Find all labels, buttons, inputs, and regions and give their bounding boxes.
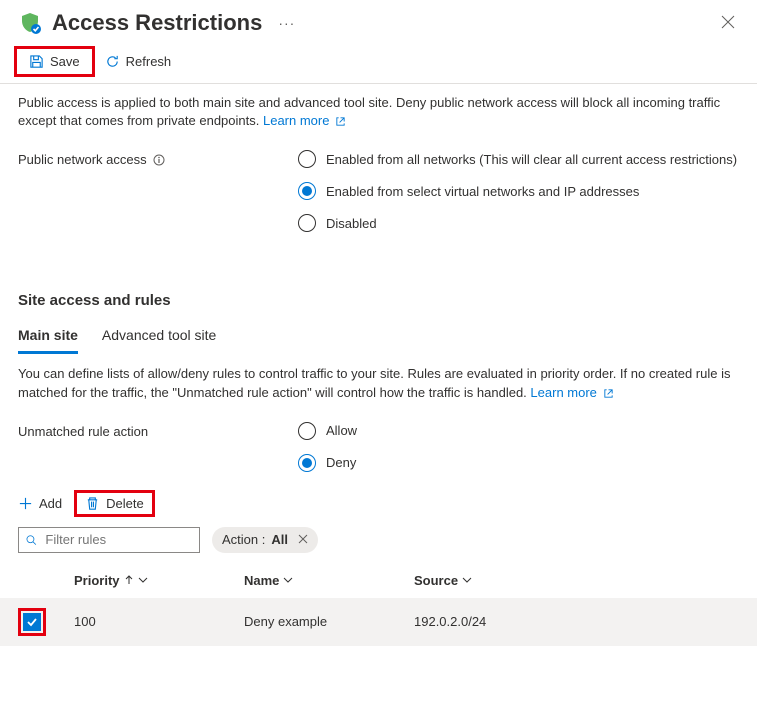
radio-icon: [298, 214, 316, 232]
save-label: Save: [50, 54, 80, 69]
search-icon: [25, 533, 37, 547]
chevron-down-icon: [138, 575, 148, 585]
filter-row: Action : All: [0, 527, 757, 563]
radio-icon: [298, 454, 316, 472]
plus-icon: [18, 496, 33, 511]
add-rule-button[interactable]: Add: [18, 496, 62, 511]
col-priority[interactable]: Priority: [74, 573, 244, 588]
radio-disabled[interactable]: Disabled: [298, 214, 737, 232]
public-access-label: Public network access: [18, 150, 298, 167]
unmatched-options: Allow Deny: [298, 422, 357, 472]
row-checkbox[interactable]: [23, 613, 41, 631]
radio-select-networks[interactable]: Enabled from select virtual networks and…: [298, 182, 737, 200]
site-rules-section: Site access and rules Main site Advanced…: [0, 242, 757, 355]
cell-priority: 100: [74, 614, 244, 629]
clear-action-filter[interactable]: [298, 532, 308, 547]
rules-learn-more-link[interactable]: Learn more: [530, 385, 613, 400]
external-link-icon: [335, 116, 346, 127]
external-link-icon: [603, 388, 614, 399]
sort-asc-icon: [124, 575, 134, 585]
cell-source: 192.0.2.0/24: [414, 614, 739, 629]
intro-text: Public access is applied to both main si…: [18, 95, 720, 128]
command-bar: Save Refresh: [0, 42, 757, 84]
action-filter-pill[interactable]: Action : All: [212, 527, 318, 553]
refresh-icon: [105, 54, 120, 69]
table-row[interactable]: 100 Deny example 192.0.2.0/24: [0, 598, 757, 646]
page-title: Access Restrictions: [52, 10, 262, 36]
chevron-down-icon: [462, 575, 472, 585]
site-rules-help: You can define lists of allow/deny rules…: [0, 357, 757, 411]
col-name[interactable]: Name: [244, 573, 414, 588]
refresh-button[interactable]: Refresh: [101, 52, 176, 71]
delete-highlight: Delete: [74, 490, 155, 517]
radio-icon: [298, 150, 316, 168]
radio-all-networks[interactable]: Enabled from all networks (This will cle…: [298, 150, 737, 168]
cell-name: Deny example: [244, 614, 414, 629]
radio-deny[interactable]: Deny: [298, 454, 357, 472]
chevron-down-icon: [283, 575, 293, 585]
site-rules-heading: Site access and rules: [18, 292, 739, 309]
intro-section: Public access is applied to both main si…: [0, 84, 757, 140]
public-access-options: Enabled from all networks (This will cle…: [298, 150, 737, 232]
shield-icon: [18, 11, 42, 35]
save-button[interactable]: Save: [25, 52, 84, 71]
radio-icon: [298, 422, 316, 440]
unmatched-rule-row: Unmatched rule action Allow Deny: [0, 412, 757, 482]
radio-allow[interactable]: Allow: [298, 422, 357, 440]
radio-icon: [298, 182, 316, 200]
delete-rule-button[interactable]: Delete: [85, 496, 144, 511]
unmatched-rule-label: Unmatched rule action: [18, 422, 298, 439]
row-checkbox-highlight: [18, 608, 46, 636]
intro-learn-more-link[interactable]: Learn more: [263, 113, 346, 128]
site-tabs: Main site Advanced tool site: [18, 321, 739, 355]
public-access-row: Public network access Enabled from all n…: [0, 140, 757, 242]
refresh-label: Refresh: [126, 54, 172, 69]
col-source[interactable]: Source: [414, 573, 739, 588]
save-icon: [29, 54, 44, 69]
tab-main-site[interactable]: Main site: [18, 321, 78, 354]
more-menu[interactable]: ···: [278, 15, 295, 31]
filter-rules-input[interactable]: [18, 527, 200, 553]
rules-table: Priority Name Source 100 Deny example 19…: [0, 563, 757, 646]
page-header: Access Restrictions ···: [0, 0, 757, 42]
filter-text[interactable]: [43, 531, 193, 548]
close-button[interactable]: [721, 15, 735, 32]
info-icon[interactable]: [153, 154, 165, 166]
trash-icon: [85, 496, 100, 511]
table-header: Priority Name Source: [0, 563, 757, 598]
rules-toolbar: Add Delete: [0, 482, 757, 527]
save-highlight: Save: [14, 46, 95, 77]
tab-advanced-tool-site[interactable]: Advanced tool site: [102, 321, 216, 354]
check-icon: [26, 616, 38, 628]
